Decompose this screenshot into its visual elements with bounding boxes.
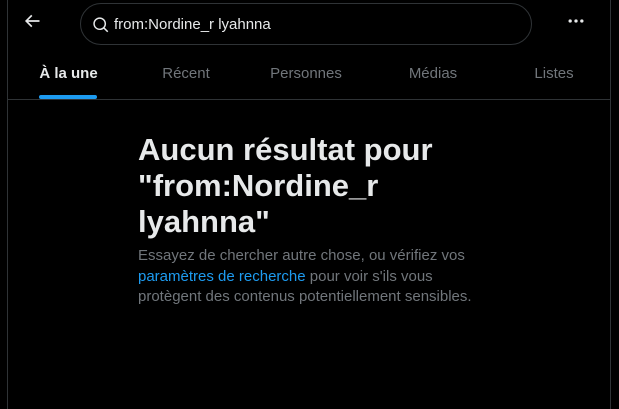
back-button[interactable] [14,3,50,39]
search-header [0,0,619,50]
arrow-left-icon [24,14,40,28]
search-settings-link[interactable]: paramètres de recherche [138,268,306,285]
tab-label: Personnes [270,65,342,82]
empty-state: Aucun résultat pour "from:Nordine_r lyah… [138,132,478,308]
tab-label: Récent [162,65,210,82]
app-window: À la une Récent Personnes Médias Listes … [0,0,619,409]
empty-state-title: Aucun résultat pour "from:Nordine_r lyah… [138,132,433,239]
empty-state-text-before: Essayez de chercher autre chose, ou véri… [138,247,465,264]
tab-media[interactable]: Médias [369,48,497,99]
tab-label: Listes [534,65,574,82]
active-tab-indicator [39,95,97,99]
tab-label: Médias [408,65,458,82]
tab-top[interactable]: À la une [8,48,129,99]
empty-state-message: Essayez de chercher autre chose, ou véri… [138,246,478,308]
search-input[interactable] [114,13,514,35]
search-tabs: À la une Récent Personnes Médias Listes [8,48,611,100]
tab-label: À la une [39,65,98,82]
more-horizontal-icon [568,19,584,23]
search-box[interactable] [80,3,532,45]
search-icon [93,17,109,33]
tab-people[interactable]: Personnes [243,48,369,99]
tab-latest[interactable]: Récent [129,48,243,99]
more-options-button[interactable] [558,3,594,39]
tab-lists[interactable]: Listes [497,48,611,99]
